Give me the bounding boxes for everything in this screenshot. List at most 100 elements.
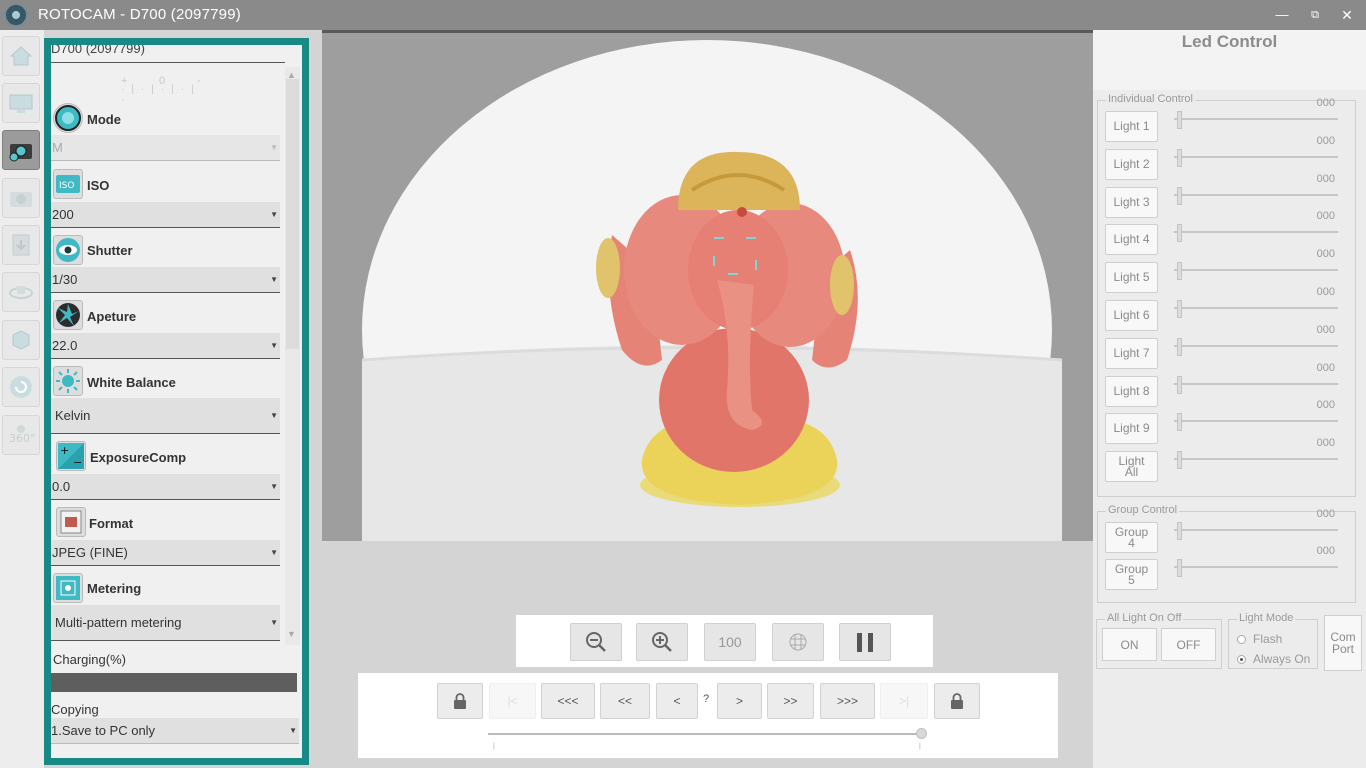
lights-button[interactable]: Light 6 [1105,300,1158,331]
light-slider-thumb[interactable] [1177,262,1182,281]
light-slider-track[interactable] [1174,458,1338,461]
settings-scrollbar[interactable]: ▲ ▼ [285,67,300,645]
exposure-comp-label: ExposureComp [90,450,187,465]
light-slider-thumb[interactable] [1177,337,1182,356]
monitor-button[interactable] [2,83,40,123]
zoom-100-button[interactable]: 100 [704,623,756,661]
lock-icon [951,693,963,709]
refresh-button[interactable] [2,367,40,407]
lock-left-button[interactable] [437,683,483,719]
light-slider-thumb[interactable] [1177,148,1182,167]
mode-always-on-option[interactable]: Always On [1237,652,1310,666]
group-control-group: Group Control Group 4 000 Group 5 000 [1097,504,1356,603]
light-slider-thumb[interactable] [1177,224,1182,243]
frame-slider-thumb[interactable] [916,728,927,739]
forward-2-button[interactable]: >> [767,683,814,719]
light-value: 000 [1316,134,1335,147]
lights-button[interactable]: Light 3 [1105,186,1158,218]
light-slider-thumb[interactable] [1177,413,1182,432]
light-slider-track[interactable] [1174,231,1338,234]
light-slider-thumb[interactable] [1177,300,1182,318]
light-slider-thumb[interactable] [1177,186,1182,205]
light-slider-track[interactable] [1174,118,1338,120]
light-slider-track[interactable] [1174,382,1338,385]
minimize-button[interactable]: — [1273,6,1291,24]
zoom-in-button[interactable] [636,623,688,661]
camera-model-select[interactable]: D700 (2097799) [51,45,285,63]
light-slider-thumb[interactable] [1177,375,1182,394]
save-button[interactable] [2,225,40,265]
back-3-button[interactable]: <<< [541,683,595,719]
light-slider-track[interactable] [1174,420,1338,423]
lights-button[interactable]: Light 1 [1105,111,1158,142]
lock-right-button[interactable] [934,683,980,719]
metering-select[interactable]: Multi-pattern metering [51,605,280,641]
light-slider-track[interactable] [1174,307,1338,309]
light-slider-track[interactable] [1174,155,1338,158]
back-1-button[interactable]: < [656,683,698,719]
light-slider-track[interactable] [1174,269,1338,272]
camera-icon [10,192,32,207]
camera-live-preview[interactable] [322,30,1093,541]
light-slider-thumb[interactable] [1177,451,1182,470]
white-balance-label: White Balance [87,375,176,390]
groups-button[interactable]: Group 5 [1105,559,1158,590]
copying-select[interactable]: 1.Save to PC only [51,718,299,744]
lights-button[interactable]: Light 9 [1105,413,1158,445]
mode-select[interactable]: M [51,135,280,161]
com-port-button[interactable]: Com Port [1324,615,1362,671]
scroll-thumb[interactable] [286,79,299,349]
format-select[interactable]: JPEG (FINE) [51,540,280,566]
360-view-icon: 360° [9,425,35,445]
mode-flash-option[interactable]: Flash [1237,632,1282,646]
maximize-button[interactable]: ⧉ [1306,6,1324,24]
cube-button[interactable] [2,320,40,360]
first-frame-button[interactable]: |< [489,683,536,719]
window-title: ROTOCAM - D700 (2097799) [38,6,241,23]
light-slider-thumb[interactable] [1177,111,1182,129]
left-toolbar: 360° [0,30,44,768]
forward-3-button[interactable]: >>> [820,683,875,719]
camera-settings-button[interactable] [2,130,40,170]
always-on-radio[interactable] [1237,654,1246,664]
camera-button[interactable] [2,178,40,218]
all-on-button[interactable]: ON [1102,628,1157,661]
light-slider-track[interactable] [1174,193,1338,196]
iso-select[interactable]: 200 [51,202,280,228]
shutter-select[interactable]: 1/30 [51,267,280,293]
lights-button[interactable]: Light 2 [1105,148,1158,180]
last-frame-button[interactable]: >| [880,683,928,719]
exposure-comp-icon: + − [56,441,86,471]
light-slider-thumb[interactable] [1177,522,1182,540]
shutter-icon [53,235,83,265]
aperture-select[interactable]: 22.0 [51,333,280,359]
aperture-icon [53,300,83,330]
lights-button[interactable]: Light 4 [1105,224,1158,256]
groups-button[interactable]: Group 4 [1105,522,1158,553]
white-balance-select[interactable]: Kelvin [51,398,280,434]
light-slider-track[interactable] [1174,344,1338,347]
grid-button[interactable] [772,623,824,661]
led-control-panel: Led Control Individual Control Light 1 00… [1093,30,1366,768]
all-off-button[interactable]: OFF [1161,628,1216,661]
frame-slider-track[interactable] [488,733,923,735]
lock-icon [454,693,466,709]
360-view-button[interactable]: 360° [2,415,40,455]
forward-1-button[interactable]: > [717,683,762,719]
home-button[interactable] [2,36,40,76]
light-slider-track[interactable] [1174,529,1338,531]
flash-radio[interactable] [1237,634,1246,644]
scroll-down-icon[interactable]: ▼ [287,629,296,639]
lights-button[interactable]: Light 8 [1105,375,1158,407]
lights-button[interactable]: Light 7 [1105,337,1158,369]
zoom-out-button[interactable] [570,623,622,661]
rotate-object-button[interactable] [2,272,40,312]
back-2-button[interactable]: << [600,683,650,719]
exposure-comp-select[interactable]: 0.0 [51,474,280,500]
lights-button[interactable]: Light All [1105,451,1158,483]
close-button[interactable]: ✕ [1338,6,1356,24]
lights-button[interactable]: Light 5 [1105,262,1158,294]
light-slider-track[interactable] [1174,566,1338,568]
light-slider-thumb[interactable] [1177,559,1182,577]
pause-button[interactable] [839,623,891,661]
